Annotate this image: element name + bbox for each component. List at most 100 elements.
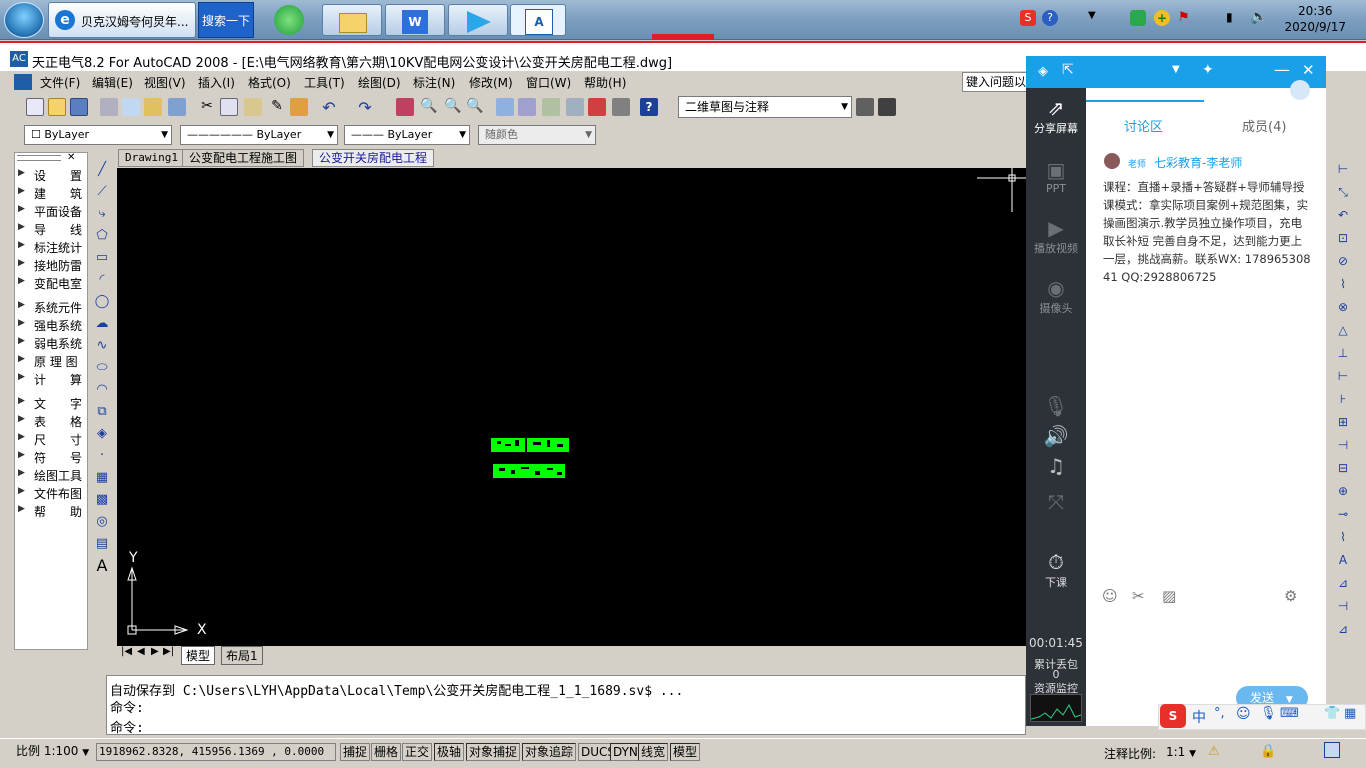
keyboard-icon[interactable]: ⌨ — [1280, 706, 1299, 721]
tianzheng-menu-item[interactable]: ▶ 符 号 — [18, 449, 84, 467]
design-center-icon[interactable] — [518, 98, 536, 116]
tianzheng-menu-item[interactable]: ▶ 变配电室 — [18, 275, 84, 293]
undo-icon[interactable]: ↶ — [320, 98, 338, 117]
command-window[interactable]: 自动保存到 C:\Users\LYH\AppData\Local\Temp\公变… — [106, 675, 1026, 736]
voice-icon[interactable]: 🎙 — [1260, 706, 1277, 721]
anno-scale-select[interactable]: 1:1 ▼ — [1166, 745, 1196, 759]
insert-block-icon[interactable]: ⧉ — [94, 404, 110, 420]
tianzheng-menu-item[interactable]: ▶ 接地防雷 — [18, 257, 84, 275]
play-video-button[interactable]: ▶ 播放视频 — [1026, 216, 1086, 256]
skin-icon[interactable]: 👕 — [1324, 706, 1340, 721]
new-icon[interactable] — [26, 98, 44, 116]
tianzheng-menu-item[interactable]: ▶ 弱电系统 — [18, 335, 84, 353]
camera-button[interactable]: ◉ 摄像头 — [1026, 276, 1086, 316]
tianzheng-menu-item[interactable]: ▶ 计 算 — [18, 371, 84, 389]
clean-screen-icon[interactable] — [1324, 742, 1340, 758]
markup-icon[interactable] — [588, 98, 606, 116]
tool-palettes-icon[interactable] — [542, 98, 560, 116]
block-editor-icon[interactable] — [290, 98, 308, 116]
punctuation-icon[interactable]: °, — [1214, 706, 1225, 721]
browser-360-icon[interactable] — [274, 5, 304, 35]
ellipse-arc-icon[interactable]: ◠ — [94, 382, 110, 398]
camera-icon[interactable] — [878, 98, 896, 116]
emoji-icon[interactable]: ☺ — [1236, 706, 1251, 722]
help-icon[interactable]: ? — [1042, 10, 1058, 26]
dim-ordinate-icon[interactable]: ⊡ — [1334, 229, 1352, 247]
menu-tools[interactable]: 工具(T) — [304, 74, 345, 91]
properties-icon[interactable] — [496, 98, 514, 116]
tianzheng-menu-item[interactable]: ▶ 强电系统 — [18, 317, 84, 335]
point-icon[interactable]: · — [94, 448, 110, 464]
3d-dwf-icon[interactable] — [168, 98, 186, 116]
save-icon[interactable] — [70, 98, 88, 116]
flag-icon[interactable]: ⚑ — [1178, 10, 1190, 25]
open-icon[interactable] — [48, 98, 66, 116]
status-toggle-polar[interactable]: 极轴 — [434, 743, 465, 761]
menu-modify[interactable]: 修改(M) — [469, 74, 513, 91]
print-icon[interactable] — [100, 98, 118, 116]
status-toggle-osnap[interactable]: 对象捕捉 — [466, 743, 521, 761]
tianzheng-menu-item[interactable]: ▶ 原 理 图 — [18, 353, 84, 371]
tab-drawing1[interactable]: Drawing1 — [118, 149, 185, 167]
tianzheng-menu-item[interactable]: ▶ 标注统计 — [18, 239, 84, 257]
dim-update-icon[interactable]: ⊣ — [1334, 597, 1352, 615]
workspace-select[interactable]: 二维草图与注释 ▼ — [678, 96, 852, 118]
tianzheng-menu-item[interactable]: ▶ 导 线 — [18, 221, 84, 239]
status-toggle-otrack[interactable]: 对象追踪 — [522, 743, 577, 761]
taskbar-wps[interactable]: W — [385, 4, 445, 36]
sogou-icon[interactable]: S — [1020, 10, 1036, 26]
scissors-icon[interactable]: ✂ — [1132, 587, 1145, 605]
sheet-set-icon[interactable] — [566, 98, 584, 116]
mtext-icon[interactable]: A — [94, 558, 110, 574]
tab-model[interactable]: 模型 — [181, 646, 216, 665]
taskbar-ie-window[interactable]: e 贝克汉姆夸何炅年... — [48, 2, 196, 38]
sogou-ime-icon[interactable]: S — [1160, 704, 1186, 728]
menu-window[interactable]: 窗口(W) — [526, 74, 571, 91]
status-toggle-lwt[interactable]: 线宽 — [638, 743, 669, 761]
tab-discussion[interactable]: 讨论区 — [1124, 116, 1163, 135]
hatch-icon[interactable]: ▦ — [94, 470, 110, 486]
pin-icon[interactable]: ✦ — [1202, 62, 1214, 78]
region-icon[interactable]: ◎ — [94, 514, 110, 530]
microphone-icon[interactable]: 🎙 — [1026, 394, 1086, 418]
copy-icon[interactable] — [220, 98, 238, 116]
match-prop-icon[interactable]: ✎ — [268, 98, 286, 116]
layer-select[interactable]: ☐ ByLayer ▼ — [24, 125, 172, 145]
settings-icon[interactable]: ⚙ — [1284, 587, 1297, 605]
menu-file[interactable]: 文件(F) — [40, 74, 80, 91]
inspect-icon[interactable]: ⊸ — [1334, 505, 1352, 523]
color-select[interactable]: 随颜色 ▼ — [478, 125, 596, 145]
network-icon[interactable]: ▮ — [1226, 10, 1233, 24]
ime-lang-toggle[interactable]: 中 — [1192, 707, 1206, 727]
dim-diameter-icon[interactable]: ⊗ — [1334, 298, 1352, 316]
search-button[interactable]: 搜索一下 — [198, 2, 254, 38]
dim-baseline-icon[interactable]: ⊢ — [1334, 367, 1352, 385]
fullscreen-icon[interactable]: ⤧ — [1026, 490, 1086, 514]
spline-icon[interactable]: ∿ — [94, 338, 110, 354]
taskbar-explorer[interactable] — [322, 4, 382, 36]
end-class-button[interactable]: ⏱ 下课 — [1026, 550, 1086, 590]
image-icon[interactable]: ▨ — [1162, 587, 1176, 605]
line-icon[interactable]: ╱ — [94, 162, 110, 178]
tab-layout1[interactable]: 布局1 — [221, 646, 263, 665]
start-button[interactable] — [4, 2, 44, 38]
tianzheng-menu-item[interactable]: ▶ 文件布图 — [18, 485, 84, 503]
ellipse-icon[interactable]: ⬭ — [94, 360, 110, 376]
clock[interactable]: 20:36 2020/9/17 — [1284, 3, 1346, 35]
gradient-icon[interactable]: ▩ — [94, 492, 110, 508]
menu-edit[interactable]: 编辑(E) — [92, 74, 133, 91]
chevron-down-icon[interactable]: ▼ — [1172, 64, 1180, 75]
first-tab-icon[interactable]: |◀ — [121, 646, 132, 657]
speaker-icon[interactable]: 🔊 — [1026, 424, 1086, 448]
zoom-previous-icon[interactable]: 🔍 — [466, 98, 484, 116]
rectangle-icon[interactable]: ▭ — [94, 250, 110, 266]
center-mark-icon[interactable]: ⊕ — [1334, 482, 1352, 500]
close-icon[interactable]: ✕ — [1302, 61, 1315, 79]
tianzheng-menu-item[interactable]: ▶ 帮 助 — [18, 503, 84, 521]
share-icon[interactable]: ⇱ — [1062, 62, 1074, 78]
taskbar-autocad[interactable]: A — [510, 4, 566, 36]
last-tab-icon[interactable]: ▶| — [163, 646, 174, 657]
menu-view[interactable]: 视图(V) — [144, 74, 186, 91]
shield-icon[interactable] — [1130, 10, 1146, 26]
quick-dim-icon[interactable]: ⊥ — [1334, 344, 1352, 362]
